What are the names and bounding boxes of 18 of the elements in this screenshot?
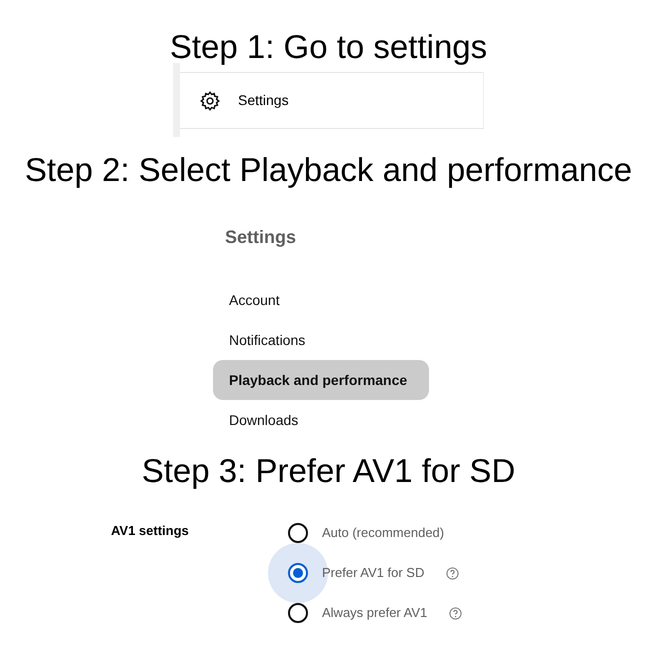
radio-button[interactable]	[288, 523, 308, 543]
option-label: Prefer AV1 for SD	[322, 564, 424, 582]
help-icon[interactable]	[449, 606, 462, 620]
radio-button[interactable]	[288, 603, 308, 623]
section-label: AV1 settings	[110, 522, 190, 540]
sidebar-title: Settings	[224, 228, 298, 249]
sidebar-item[interactable]: Downloads	[213, 400, 429, 440]
sidebar-item[interactable]: Notifications	[213, 320, 429, 360]
option-label: Auto (recommended)	[322, 524, 444, 542]
option-label: Always prefer AV1	[322, 604, 428, 622]
step-heading: Step 1: Go to settings	[168, 30, 488, 63]
sidebar-item[interactable]: Playback and performance	[213, 360, 429, 400]
sidebar-item[interactable]: Account	[213, 280, 429, 320]
gear-icon	[199, 90, 221, 112]
step-heading: Step 2: Select Playback and performance	[24, 153, 634, 186]
step-heading: Step 3: Prefer AV1 for SD	[140, 454, 516, 487]
help-icon[interactable]	[446, 566, 460, 580]
settings-menu-item[interactable]: Settings	[180, 72, 484, 129]
